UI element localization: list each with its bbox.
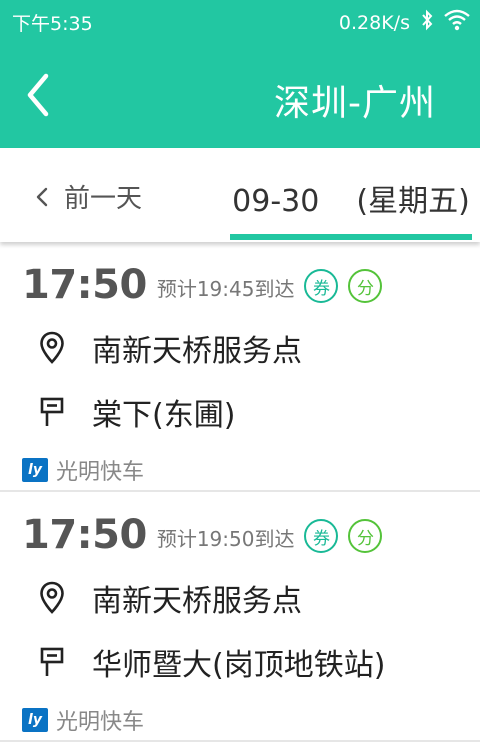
trip-card[interactable]: 17:50 预计19:50到达 券 分 南新天桥服务点 华师暨大(岗顶地铁站) … (0, 492, 480, 742)
prev-day-button[interactable]: 前一天 (36, 178, 142, 215)
current-date-tab[interactable]: 09-30 (星期五) (230, 176, 472, 220)
operator-row: ly 光明快车 (22, 454, 144, 486)
from-stop-name: 南新天桥服务点 (92, 334, 302, 369)
date-bar: 前一天 09-30 (星期五) (0, 148, 480, 242)
operator-row: ly 光明快车 (22, 704, 144, 736)
trip-time-row: 17:50 预计19:45到达 券 分 (22, 262, 383, 308)
operator-logo-icon: ly (22, 708, 48, 732)
to-stop-row: 棠下(东圃) (36, 390, 235, 434)
wifi-icon (444, 9, 470, 36)
chevron-left-icon (27, 73, 49, 117)
chevron-left-small-icon (36, 187, 48, 206)
operator-name: 光明快车 (56, 710, 145, 735)
date-tab-indicator (230, 234, 472, 240)
arrive-estimate: 预计19:45到达 (156, 276, 295, 301)
bus-stop-sign-icon (36, 394, 68, 430)
bus-stop-sign-icon (36, 644, 68, 680)
status-indicators: 0.28K/s (339, 9, 470, 36)
app-header: 下午5:35 0.28K/s 深圳-广州 (0, 0, 480, 148)
to-stop-name: 棠下(东圃) (92, 398, 236, 433)
coupon-badge: 券 (304, 269, 339, 303)
location-pin-icon (36, 330, 68, 366)
trip-list: 17:50 预计19:45到达 券 分 南新天桥服务点 棠下(东圃) ly 光明… (0, 242, 480, 742)
status-bar: 下午5:35 0.28K/s (0, 0, 480, 40)
trip-card[interactable]: 17:50 预计19:45到达 券 分 南新天桥服务点 棠下(东圃) ly 光明… (0, 242, 480, 492)
to-stop-name: 华师暨大(岗顶地铁站) (92, 648, 386, 683)
page-title: 深圳-广州 (274, 83, 436, 124)
operator-name: 光明快车 (56, 460, 145, 485)
depart-time: 17:50 (22, 262, 147, 308)
to-stop-row: 华师暨大(岗顶地铁站) (36, 640, 385, 684)
current-weekday: (星期五) (356, 184, 470, 219)
trip-time-row: 17:50 预计19:50到达 券 分 (22, 512, 383, 558)
current-date: 09-30 (232, 184, 320, 219)
operator-logo-icon: ly (22, 458, 48, 482)
prev-day-label: 前一天 (64, 184, 143, 214)
from-stop-row: 南新天桥服务点 (36, 326, 302, 370)
arrive-estimate: 预计19:50到达 (156, 526, 295, 551)
back-button[interactable] (18, 70, 62, 120)
bluetooth-icon (420, 9, 434, 36)
points-badge: 分 (348, 269, 383, 303)
depart-time: 17:50 (22, 512, 147, 558)
from-stop-row: 南新天桥服务点 (36, 576, 302, 620)
location-pin-icon (36, 580, 68, 616)
network-speed: 0.28K/s (338, 11, 410, 34)
coupon-badge: 券 (304, 519, 339, 553)
from-stop-name: 南新天桥服务点 (92, 584, 302, 619)
status-time: 下午5:35 (12, 13, 93, 35)
points-badge: 分 (348, 519, 383, 553)
